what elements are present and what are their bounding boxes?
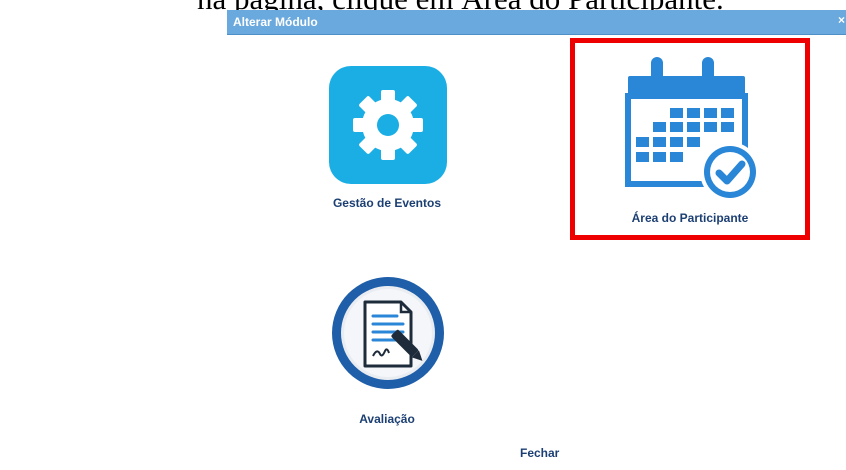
gear-icon xyxy=(329,66,447,184)
module-avaliacao[interactable]: Avaliação xyxy=(297,274,477,426)
module-label: Gestão de Eventos xyxy=(332,196,442,210)
fechar-button[interactable]: Fechar xyxy=(520,446,559,460)
dialog-titlebar: Alterar Módulo × xyxy=(227,10,846,35)
alterar-modulo-dialog: Alterar Módulo × Gestão de Eventos Área … xyxy=(227,10,846,470)
evaluation-document-icon xyxy=(332,277,444,389)
close-icon[interactable]: × xyxy=(838,13,846,27)
selection-highlight xyxy=(570,38,810,240)
module-label: Avaliação xyxy=(359,412,415,426)
dialog-title: Alterar Módulo xyxy=(233,15,318,29)
module-gestao-de-eventos[interactable]: Gestão de Eventos xyxy=(297,66,477,216)
